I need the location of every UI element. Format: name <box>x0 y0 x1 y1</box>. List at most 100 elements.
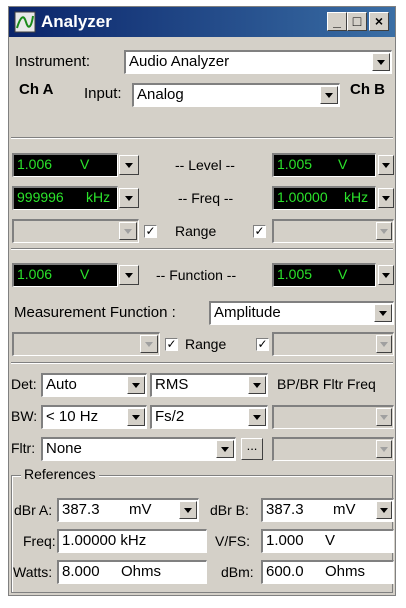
chevron-down-icon <box>376 440 392 458</box>
dbra-unit: mV <box>129 501 152 518</box>
chevron-down-icon[interactable] <box>372 53 390 71</box>
measurement-function-value: Amplitude <box>214 304 281 321</box>
dbm-field[interactable]: 600.0 Ohms <box>261 560 394 584</box>
minimize-button[interactable]: _ <box>327 12 347 31</box>
function-range-label: Range <box>185 336 227 352</box>
ref-freq-field[interactable]: 1.00000 kHz <box>57 529 207 553</box>
references-title: References <box>21 466 99 482</box>
title-bar[interactable]: Analyzer _ □ × <box>9 7 395 37</box>
watts-field[interactable]: 8.000 Ohms <box>57 560 207 584</box>
bw-low-value: < 10 Hz <box>46 408 99 425</box>
range-b-checkbox[interactable]: ✓ <box>253 225 266 238</box>
chevron-down-icon[interactable] <box>127 408 145 426</box>
chevron-down-icon[interactable] <box>127 376 145 394</box>
watts-value: 8.000 <box>62 563 100 580</box>
level-a-unit-dropdown[interactable] <box>119 155 139 175</box>
chevron-down-icon <box>119 222 137 240</box>
dbrb-label: dBr B: <box>210 502 249 518</box>
fltr-value: None <box>46 440 82 457</box>
range-b-select <box>272 219 394 243</box>
freq-b-value: 1.00000 <box>277 189 328 205</box>
watts-label: Watts: <box>13 564 53 580</box>
range-a-checkbox[interactable]: ✓ <box>144 225 157 238</box>
function-label: -- Function -- <box>156 267 237 283</box>
dbra-label: dBr A: <box>14 502 53 518</box>
range-a-select <box>12 219 139 243</box>
chevron-down-icon[interactable] <box>376 501 392 519</box>
level-b-readout: 1.005 V <box>272 153 376 177</box>
fltr-select[interactable]: None <box>41 437 236 461</box>
function-range-a-checkbox[interactable]: ✓ <box>165 338 178 351</box>
function-a-value: 1.006 <box>17 266 53 282</box>
det-select[interactable]: Auto <box>41 373 147 397</box>
close-button[interactable]: × <box>369 12 389 31</box>
function-b-readout: 1.005 V <box>272 263 376 287</box>
bw-label: BW: <box>11 408 38 424</box>
chevron-down-icon[interactable] <box>320 86 338 104</box>
watts-unit: Ohms <box>121 563 162 580</box>
measurement-function-label: Measurement Function : <box>14 304 176 321</box>
function-a-unit-dropdown[interactable] <box>119 265 139 285</box>
input-select[interactable]: Analog <box>132 83 340 107</box>
level-b-value: 1.005 <box>277 156 313 172</box>
bpbr-filter-freq-label: BP/BR Fltr Freq <box>277 376 376 392</box>
input-label: Input: <box>84 85 122 102</box>
level-a-unit: V <box>80 156 90 172</box>
chevron-down-icon <box>376 408 392 426</box>
channel-b-label: Ch B <box>350 81 385 98</box>
bw-high-select[interactable]: Fs/2 <box>150 405 268 429</box>
chevron-down-icon <box>376 222 392 240</box>
ref-freq-value: 1.00000 kHz <box>62 532 147 549</box>
chevron-down-icon[interactable] <box>216 440 234 458</box>
function-range-b-checkbox[interactable]: ✓ <box>256 338 269 351</box>
freq-a-value: 999996 <box>17 189 64 205</box>
fltr-more-button[interactable]: ... <box>241 438 263 460</box>
vfs-value: 1.000 <box>266 532 304 549</box>
freq-label: -- Freq -- <box>178 190 234 206</box>
chevron-down-icon <box>376 335 392 353</box>
level-a-value: 1.006 <box>17 156 53 172</box>
divider <box>11 137 393 139</box>
dbrb-unit: mV <box>333 501 356 518</box>
vfs-label: V/FS: <box>215 533 251 549</box>
dbra-field[interactable]: 387.3 mV <box>57 498 199 522</box>
function-b-unit-dropdown[interactable] <box>378 265 394 285</box>
dbrb-value: 387.3 <box>266 501 304 518</box>
freq-b-unit: kHz <box>344 189 369 205</box>
bw-low-select[interactable]: < 10 Hz <box>41 405 147 429</box>
instrument-label: Instrument: <box>15 53 91 70</box>
dbm-unit: Ohms <box>325 563 366 580</box>
vfs-field[interactable]: 1.000 V <box>261 529 394 553</box>
measurement-function-select[interactable]: Amplitude <box>209 301 394 325</box>
freq-b-unit-dropdown[interactable] <box>378 188 394 208</box>
analyzer-app-icon <box>14 11 36 33</box>
det-value: Auto <box>46 376 77 393</box>
function-b-unit: V <box>338 266 348 282</box>
chevron-down-icon[interactable] <box>374 304 392 322</box>
level-a-readout: 1.006 V <box>12 153 118 177</box>
level-b-unit: V <box>338 156 348 172</box>
freq-a-unit: kHz <box>86 189 111 205</box>
dbm-value: 600.0 <box>266 563 304 580</box>
chevron-down-icon[interactable] <box>248 376 266 394</box>
chevron-down-icon[interactable] <box>179 501 197 519</box>
vfs-unit: V <box>325 532 336 549</box>
function-a-unit: V <box>80 266 90 282</box>
instrument-select[interactable]: Audio Analyzer <box>124 50 392 74</box>
chevron-down-icon[interactable] <box>248 408 266 426</box>
det-mode-select[interactable]: RMS <box>150 373 268 397</box>
maximize-button[interactable]: □ <box>347 12 367 31</box>
ref-freq-label: Freq: <box>23 533 56 549</box>
input-value: Analog <box>137 86 184 103</box>
freq-a-readout: 999996 kHz <box>12 186 118 210</box>
level-b-unit-dropdown[interactable] <box>378 155 394 175</box>
dbra-value: 387.3 <box>62 501 100 518</box>
window-title: Analyzer <box>41 12 112 31</box>
instrument-value: Audio Analyzer <box>129 53 230 70</box>
dbrb-field[interactable]: 387.3 mV <box>261 498 394 522</box>
det-label: Det: <box>11 376 37 392</box>
freq-a-unit-dropdown[interactable] <box>119 188 139 208</box>
analyzer-window: Analyzer _ □ × Instrument: Audio Analyze… <box>8 6 396 596</box>
function-range-a-select <box>12 332 160 356</box>
bpbr-freq-select <box>272 405 394 429</box>
